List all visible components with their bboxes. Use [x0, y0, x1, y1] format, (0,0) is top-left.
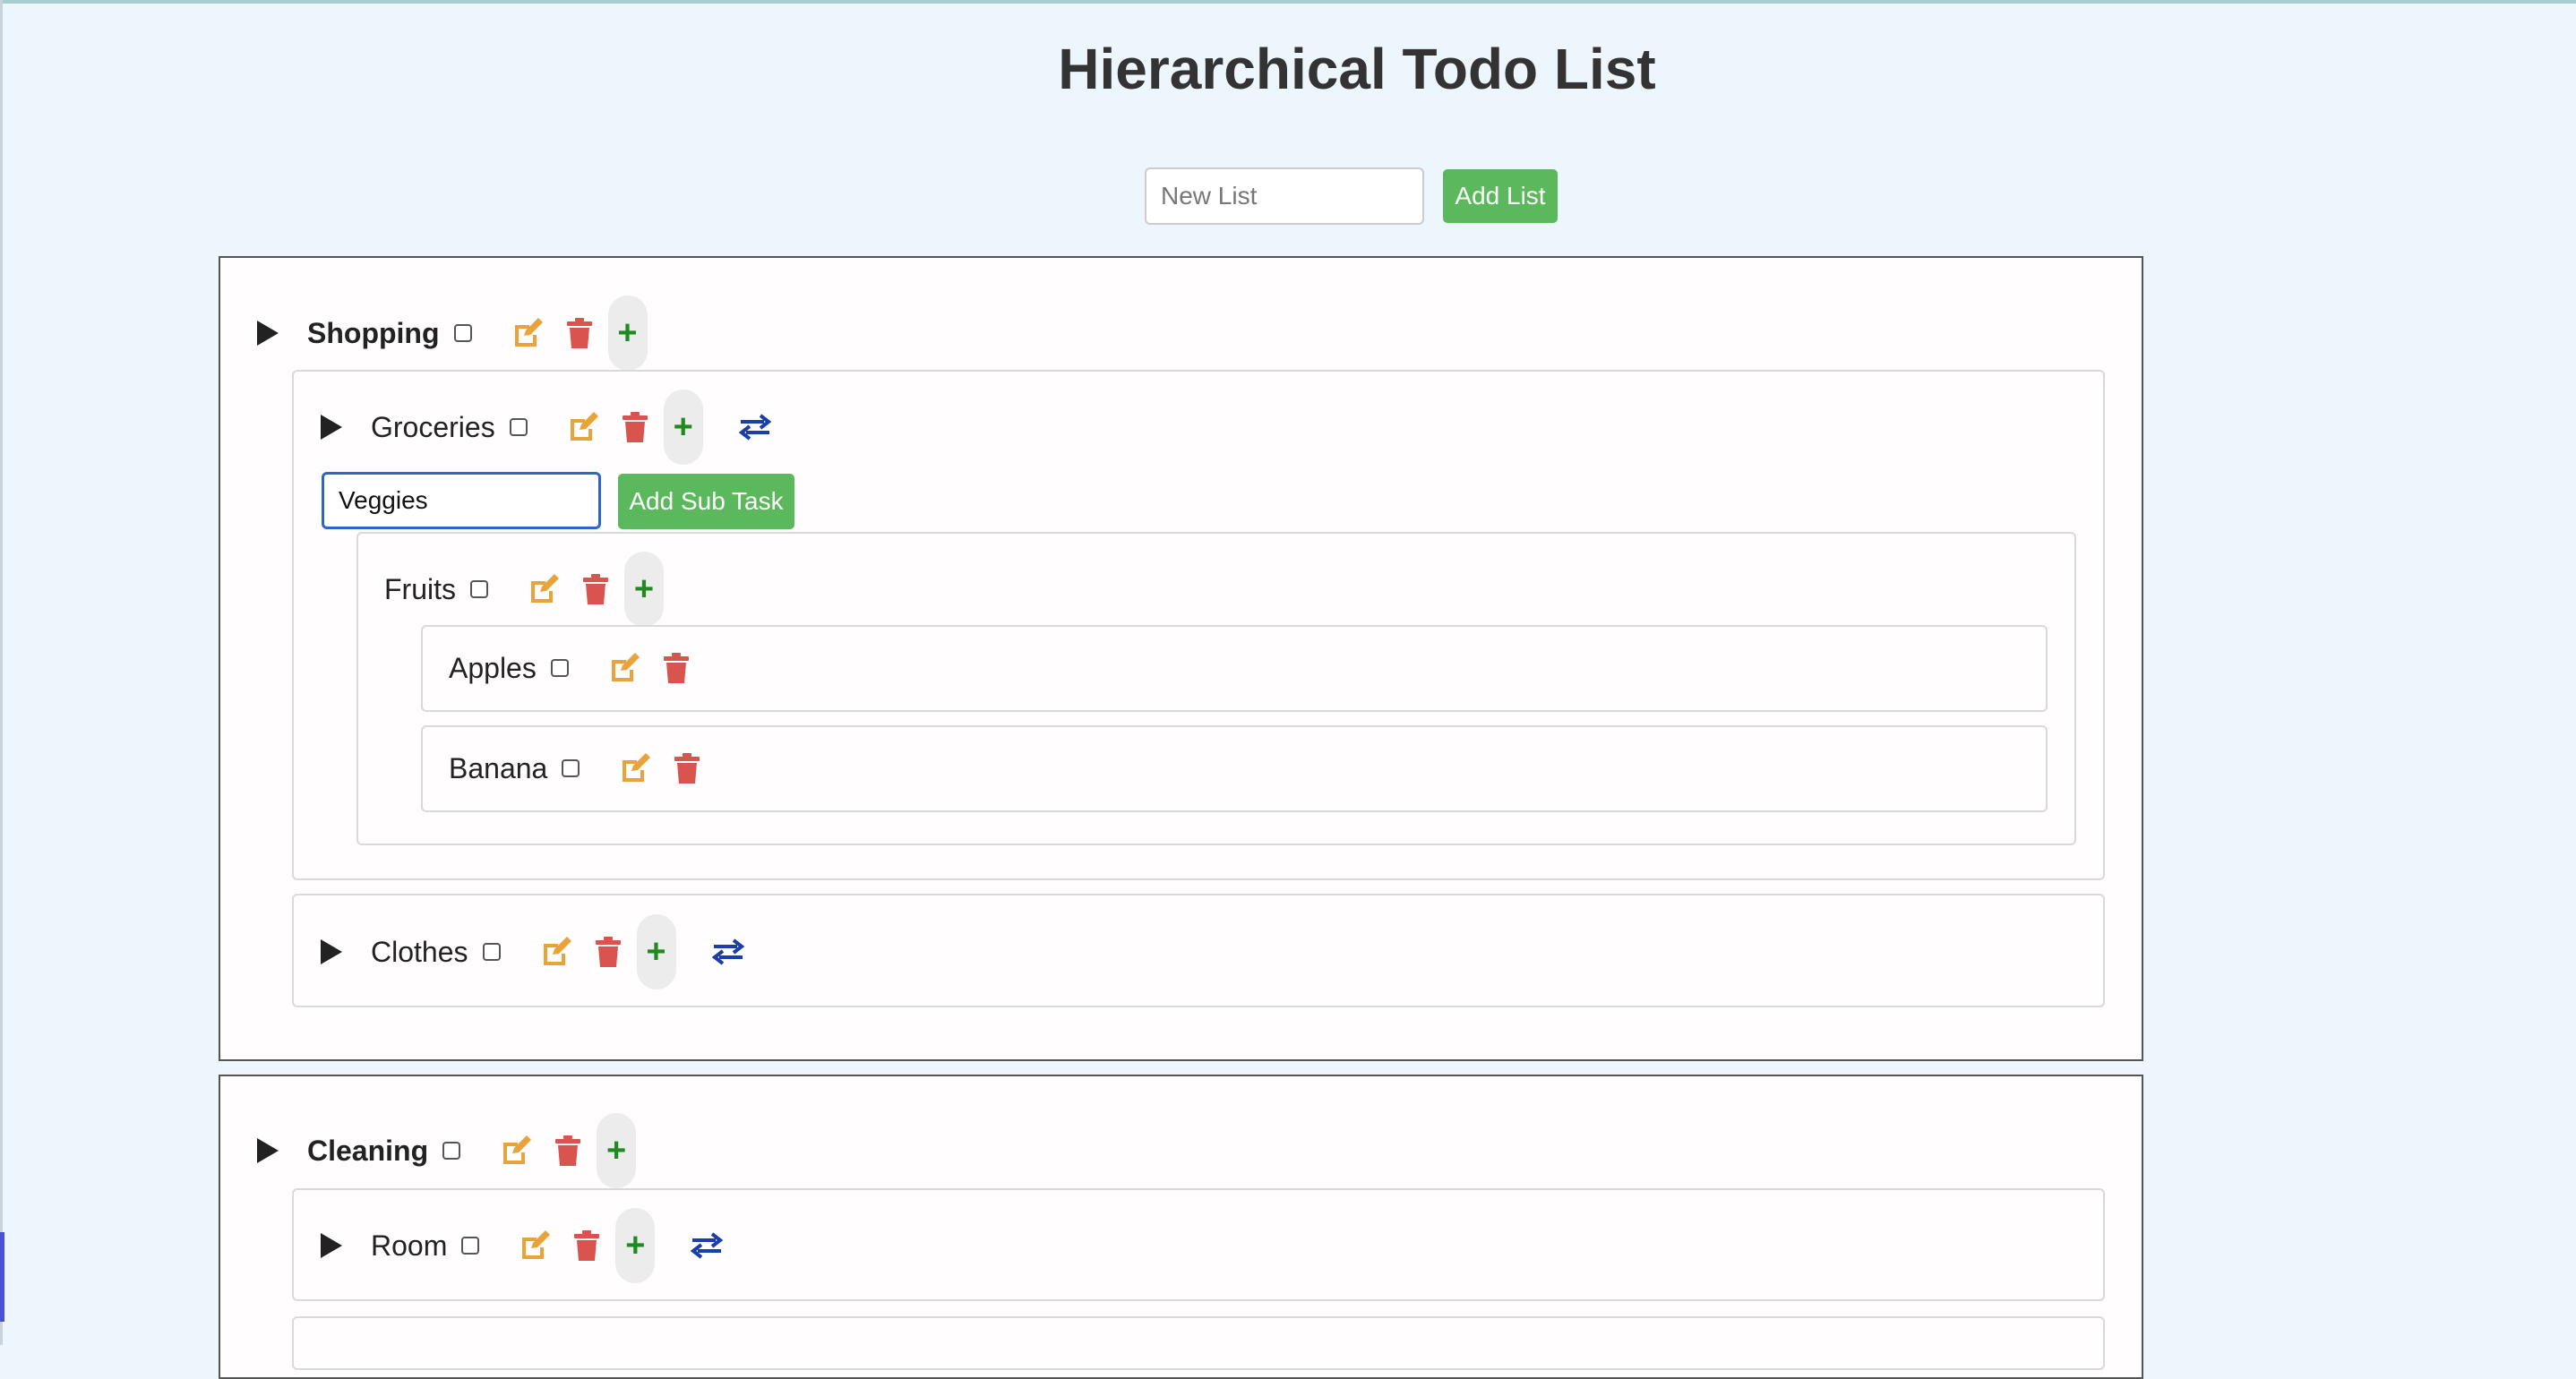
window-edge-accent: [0, 1232, 4, 1322]
subtask-header-room: Room +: [321, 1208, 724, 1283]
subtask-title: Apples: [449, 651, 537, 684]
trash-icon[interactable]: [674, 753, 700, 784]
subtask-header-fruits: Fruits +: [384, 552, 700, 627]
new-list-input[interactable]: [1145, 167, 1424, 225]
trash-icon[interactable]: [555, 1135, 581, 1166]
window-left-border: [0, 0, 3, 1345]
add-subtask-button[interactable]: +: [624, 552, 664, 627]
add-subtask-button[interactable]: +: [663, 390, 703, 465]
caret-right-icon[interactable]: [257, 1138, 279, 1163]
add-subtask-button[interactable]: +: [607, 296, 648, 371]
list-header-shopping: Shopping +: [257, 296, 683, 371]
complete-checkbox[interactable]: [562, 759, 580, 777]
subtask-title: Groceries: [371, 410, 495, 443]
trash-icon[interactable]: [566, 318, 592, 348]
edit-icon[interactable]: [608, 653, 640, 683]
subtask-header-clothes: Clothes +: [321, 914, 744, 989]
edit-icon[interactable]: [500, 1135, 532, 1166]
trash-icon[interactable]: [622, 412, 648, 442]
subtask-title: Fruits: [384, 572, 456, 605]
subtask-header-groceries: Groceries +: [321, 390, 771, 465]
edit-icon[interactable]: [511, 318, 544, 348]
subtask-card-partial: [292, 1316, 2105, 1370]
trash-icon[interactable]: [595, 937, 621, 967]
trash-icon[interactable]: [663, 653, 689, 683]
edit-icon[interactable]: [528, 574, 560, 604]
edit-icon[interactable]: [567, 412, 599, 442]
add-subtask-submit-button[interactable]: Add Sub Task: [618, 474, 794, 529]
add-subtask-button[interactable]: +: [615, 1208, 656, 1283]
edit-icon[interactable]: [540, 937, 572, 967]
trash-icon[interactable]: [574, 1230, 600, 1261]
caret-right-icon[interactable]: [321, 1233, 342, 1258]
complete-checkbox[interactable]: [509, 418, 528, 436]
list-title: Cleaning: [307, 1134, 429, 1167]
add-subtask-button[interactable]: +: [597, 1113, 637, 1188]
caret-right-icon[interactable]: [321, 415, 342, 440]
trash-icon[interactable]: [583, 574, 608, 604]
list-title: Shopping: [307, 316, 440, 349]
caret-right-icon[interactable]: [321, 939, 342, 964]
complete-checkbox[interactable]: [442, 1142, 461, 1160]
caret-right-icon[interactable]: [257, 321, 279, 346]
subtask-header-apples: Apples: [449, 641, 705, 695]
complete-checkbox[interactable]: [470, 580, 488, 598]
swap-arrows-icon[interactable]: [738, 414, 771, 441]
subtask-header-banana: Banana: [449, 741, 716, 795]
subtask-title: Room: [371, 1229, 448, 1262]
complete-checkbox[interactable]: [550, 659, 569, 677]
list-header-cleaning: Cleaning +: [257, 1113, 672, 1188]
add-subtask-button[interactable]: +: [636, 914, 676, 989]
complete-checkbox[interactable]: [461, 1237, 480, 1255]
complete-checkbox[interactable]: [482, 943, 501, 961]
add-list-button[interactable]: Add List: [1443, 169, 1558, 223]
edit-icon[interactable]: [619, 753, 651, 784]
subtask-input[interactable]: [322, 472, 601, 529]
subtask-title: Banana: [449, 751, 548, 784]
window-top-border: [0, 0, 2576, 4]
swap-arrows-icon[interactable]: [711, 938, 744, 965]
edit-icon[interactable]: [519, 1230, 551, 1261]
swap-arrows-icon[interactable]: [691, 1232, 724, 1259]
subtask-title: Clothes: [371, 935, 468, 968]
complete-checkbox[interactable]: [453, 324, 472, 342]
page-title: Hierarchical Todo List: [1058, 37, 1656, 101]
